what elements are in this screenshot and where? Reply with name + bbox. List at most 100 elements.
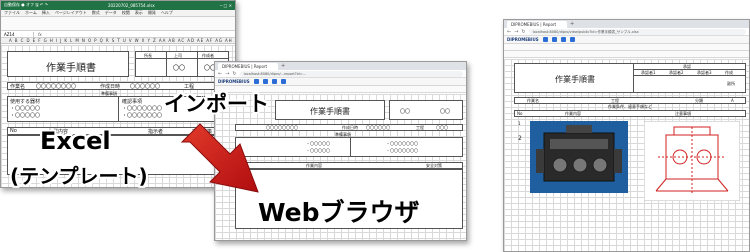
approval-col: 承認者3 [697, 70, 712, 75]
excel-titlebar: 自動保存 ● オフ 🖫 ↶ ↷ 20220702_085754.xlsx ─ □… [1, 1, 235, 10]
home-icon[interactable] [253, 79, 259, 84]
title-cell: 作業手順書 [7, 51, 129, 77]
confirm-item: ・〇〇〇〇〇〇〇 [386, 141, 418, 146]
approval-value: 副所 [727, 81, 735, 86]
fx-icon[interactable]: fx [38, 32, 42, 37]
new-tab-icon[interactable]: + [281, 63, 285, 70]
print-icon[interactable] [271, 79, 277, 84]
app-toolbar: DIPROMEBIUS [215, 78, 466, 86]
ribbon-tab-formulas[interactable]: 数式 [92, 10, 100, 16]
ribbon-tab-developer[interactable]: 開発 [148, 10, 156, 16]
created-label: 作成日時 [342, 125, 358, 130]
sig-mark: 〇〇 [440, 109, 451, 115]
share-icon[interactable] [280, 79, 286, 84]
reload-icon[interactable]: ↻ [521, 29, 525, 35]
header-block: 作業手順書 承認 承認者1 承認者2 承認者3 作成 副所 [514, 63, 746, 93]
browser-tabbar: DIPROMEBIUS | Report + [504, 20, 749, 28]
url-field[interactable]: localhost:8080/dipro/view/public?id=作業手順… [528, 28, 746, 35]
sig-mark: 〇〇 [400, 109, 411, 115]
forward-icon[interactable]: → [225, 71, 229, 77]
signature-block: 〇〇 〇〇 [389, 100, 463, 120]
approval-col: 承認者2 [669, 70, 684, 75]
excel-autosave[interactable]: 自動保存 ● オフ 🖫 ↶ ↷ [4, 2, 48, 9]
url-field[interactable]: localhost:8080/dipro/...report?id=... [239, 70, 463, 77]
process-value: 〇〇〇 [436, 125, 448, 130]
process-label: 工程 [611, 98, 619, 103]
window-controls[interactable]: ─ □ ✕ [220, 3, 232, 8]
category-label: 分類 [695, 98, 703, 103]
title-cell: 作業手順書 [275, 100, 385, 120]
section-header: 作業条件、留意手順など [608, 104, 652, 109]
info-row: 作業名 工程 分類 A [514, 97, 746, 104]
tools-item: ・〇〇〇〇〇 [306, 141, 330, 146]
approval-col: 承認者1 [641, 70, 656, 75]
work-name-label: 作業名 [527, 98, 539, 103]
print-icon[interactable] [560, 37, 566, 42]
browser-tab[interactable]: DIPROMEBIUS | Report [507, 21, 567, 28]
home-icon[interactable] [542, 37, 548, 42]
instructor-label: 指示者 [148, 129, 164, 135]
work-content-label: 作業内容 [565, 111, 581, 116]
browser-window-view: DIPROMEBIUS | Report + ← → ↻ localhost:8… [503, 19, 750, 252]
ribbon-tab-view[interactable]: 表示 [135, 10, 143, 16]
process-label: 工程 [416, 125, 424, 130]
tools-item: ・〇〇〇〇〇 [306, 148, 330, 153]
created-value: 〇〇〇〇〇〇 [366, 125, 390, 130]
confirm-item: ・〇〇〇〇〇〇〇 [122, 113, 163, 119]
new-tab-icon[interactable]: + [570, 21, 574, 28]
column-header: A B C D E F G H I J K L M N O P Q R S T … [1, 38, 235, 44]
tools-item: ・〇〇〇〇〇 [10, 106, 41, 112]
address-bar: ← → ↻ localhost:8080/dipro/view/public?i… [504, 28, 749, 36]
browser-tabbar: DIPROMEBIUS | Report + [215, 62, 466, 70]
web-browser-label: Webブラウザ [258, 198, 420, 227]
sheet-title: 作業手順書 [555, 75, 595, 84]
notes-label: 注意事項 [675, 111, 691, 116]
save-icon[interactable] [551, 37, 557, 42]
tools-label: 使用する器材 [10, 99, 41, 105]
category-value: A [731, 98, 734, 103]
web-sheet[interactable]: 作業手順書 承認 承認者1 承認者2 承認者3 作成 副所 作業名 工程 分類 … [504, 59, 749, 251]
row-no-label: No [517, 111, 523, 116]
row-no-label: No [10, 128, 17, 134]
approval-col: 作成 [725, 70, 733, 75]
excel-file-title: 20220702_085754.xlsx [107, 3, 155, 8]
format-toolbar [504, 44, 749, 51]
back-icon[interactable]: ← [218, 71, 222, 77]
engine-photo[interactable] [530, 121, 628, 193]
sheet-title: 作業手順書 [46, 63, 96, 74]
confirm-item: ・〇〇〇〇〇〇〇 [122, 106, 163, 112]
tools-item: ・〇〇〇〇〇 [10, 113, 41, 119]
template-label: (テンプレート) [10, 164, 148, 188]
ribbon-tab-help[interactable]: ヘルプ [161, 10, 173, 16]
ribbon-tab-data[interactable]: データ [105, 10, 117, 16]
row-number: 1 [518, 121, 521, 126]
share-icon[interactable] [569, 37, 575, 42]
app-name: DIPROMEBIUS [507, 37, 539, 42]
ribbon-tab-insert[interactable]: 挿入 [42, 10, 50, 16]
work-name-value: 〇〇〇〇〇〇〇〇 [36, 84, 77, 90]
import-label: インポート [164, 92, 269, 116]
sig-mark: 〇〇 [173, 65, 186, 72]
ribbon-tab-page-layout[interactable]: ページレイアウト [55, 10, 87, 16]
formula-toolbar [504, 51, 749, 58]
cad-drawing[interactable] [644, 121, 740, 201]
reload-icon[interactable]: ↻ [232, 71, 236, 77]
ribbon-tab-review[interactable]: 校閲 [122, 10, 130, 16]
formula-bar: AZ14 fx [1, 31, 235, 38]
ribbon-tab-home[interactable]: ホーム [25, 10, 37, 16]
forward-icon[interactable]: → [514, 29, 518, 35]
app-toolbar: DIPROMEBIUS [504, 36, 749, 44]
name-box[interactable]: AZ14 [4, 31, 34, 37]
ribbon-tab-file[interactable]: ファイル [4, 10, 20, 16]
back-icon[interactable]: ← [507, 29, 511, 35]
save-icon[interactable] [262, 79, 268, 84]
work-name-value: 〇〇〇〇〇〇〇〇 [266, 125, 298, 130]
confirm-item: ・〇〇〇〇〇〇〇 [386, 148, 418, 153]
arrow-icon [180, 123, 259, 193]
work-header-row: No 作業内容 注意事項 [514, 110, 746, 117]
excel-label: Excel [40, 127, 111, 155]
excel-ribbon-tabs: ファイル ホーム 挿入 ページレイアウト 数式 データ 校閲 表示 開発 ヘルプ [1, 10, 235, 17]
browser-tab[interactable]: DIPROMEBIUS | Report [218, 63, 278, 70]
confirm-label: 確認事項 [122, 99, 143, 105]
sheet-title: 作業手順書 [310, 107, 350, 116]
